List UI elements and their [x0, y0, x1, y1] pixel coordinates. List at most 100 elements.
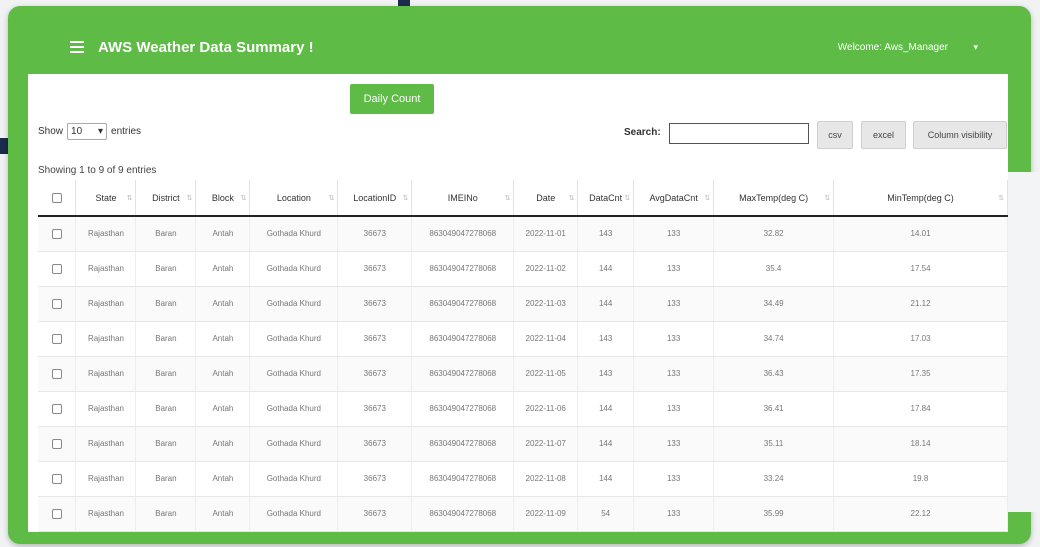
table-cell: 36673 [337, 391, 413, 427]
table-cell: 19.8 [833, 461, 1008, 497]
column-header[interactable]: State ⇅ [75, 180, 137, 217]
row-select-cell[interactable] [38, 391, 77, 427]
table-cell: 133 [633, 461, 715, 497]
table-row[interactable]: Rajasthan Baran Antah Gothada Khurd 36673 863… [38, 461, 1008, 497]
table-cell: Gothada Khurd [249, 216, 339, 252]
table-cell: 35.11 [713, 426, 835, 462]
daily-count-button[interactable]: Daily Count [350, 84, 434, 114]
table-row[interactable]: Rajasthan Baran Antah Gothada Khurd 36673 863… [38, 496, 1008, 532]
column-header[interactable]: IMEINo ⇅ [411, 180, 515, 217]
column-header[interactable]: MaxTemp(deg C) ⇅ [713, 180, 835, 217]
app-header: AWS Weather Data Summary ! Welcome: Aws_… [28, 20, 1008, 74]
user-menu-label[interactable]: Welcome: Aws_Manager [838, 42, 948, 53]
table-cell: 18.14 [833, 426, 1008, 462]
table-cell: 22.12 [833, 496, 1008, 532]
checkbox-select-all[interactable] [51, 192, 62, 203]
column-header[interactable]: MinTemp(deg C) ⇅ [833, 180, 1008, 217]
table-cell: Antah [195, 251, 251, 287]
table-cell: 17.35 [833, 356, 1008, 392]
table-cell: Gothada Khurd [249, 321, 339, 357]
background [1008, 172, 1040, 512]
table-cell: Gothada Khurd [249, 496, 339, 532]
table-cell: 2022-11-08 [513, 461, 579, 497]
chevron-down-icon[interactable]: ▾ [973, 42, 978, 53]
table-info: Showing 1 to 9 of 9 entries [38, 165, 157, 176]
column-header[interactable]: Location ⇅ [249, 180, 339, 217]
row-checkbox[interactable] [51, 473, 62, 484]
row-select-cell[interactable] [38, 286, 77, 322]
table-cell: Rajasthan [75, 426, 137, 462]
table-cell: Gothada Khurd [249, 286, 339, 322]
table-cell: 133 [633, 286, 715, 322]
table-cell: Rajasthan [75, 461, 137, 497]
table-cell: Baran [135, 496, 197, 532]
table-cell: 2022-11-01 [513, 216, 579, 252]
row-select-cell[interactable] [38, 216, 77, 252]
table-cell: 35.99 [713, 496, 835, 532]
table-cell: Antah [195, 321, 251, 357]
table-cell: 17.03 [833, 321, 1008, 357]
row-select-cell[interactable] [38, 251, 77, 287]
row-checkbox[interactable] [51, 508, 62, 519]
table-cell: 133 [633, 426, 715, 462]
hamburger-icon[interactable] [70, 41, 84, 53]
table-cell: Rajasthan [75, 356, 137, 392]
row-select-cell[interactable] [38, 321, 77, 357]
row-checkbox[interactable] [51, 403, 62, 414]
excel-button[interactable]: excel [861, 121, 906, 149]
table-cell: Antah [195, 496, 251, 532]
sort-icon: ⇅ [998, 195, 1004, 202]
table-row[interactable]: Rajasthan Baran Antah Gothada Khurd 36673 863… [38, 391, 1008, 427]
table-cell: 33.24 [713, 461, 835, 497]
column-visibility-button[interactable]: Column visibility [913, 121, 1007, 149]
row-select-cell[interactable] [38, 426, 77, 462]
table-cell: Rajasthan [75, 251, 137, 287]
page-length-control: Show 10 ▾ entries [38, 123, 141, 140]
column-header[interactable]: AvgDataCnt ⇅ [633, 180, 715, 217]
select-all-header[interactable] [38, 180, 77, 217]
table-cell: 36673 [337, 321, 413, 357]
row-select-cell[interactable] [38, 461, 77, 497]
table-cell: Rajasthan [75, 216, 137, 252]
column-header[interactable]: DataCnt ⇅ [577, 180, 635, 217]
table-cell: 36673 [337, 461, 413, 497]
column-header[interactable]: LocationID ⇅ [337, 180, 413, 217]
sort-icon: ⇅ [126, 195, 133, 202]
table-cell: 54 [577, 496, 635, 532]
row-checkbox[interactable] [51, 368, 62, 379]
table-cell: 36673 [337, 496, 413, 532]
table-row[interactable]: Rajasthan Baran Antah Gothada Khurd 36673 863… [38, 321, 1008, 357]
column-header[interactable]: Block ⇅ [195, 180, 251, 217]
column-header[interactable]: Date ⇅ [513, 180, 579, 217]
table-cell: 133 [633, 321, 715, 357]
table-cell: 34.49 [713, 286, 835, 322]
table-cell: 143 [577, 216, 635, 252]
table-cell: Baran [135, 321, 197, 357]
table-cell: 2022-11-05 [513, 356, 579, 392]
row-checkbox[interactable] [51, 263, 62, 274]
csv-button[interactable]: csv [817, 121, 853, 149]
row-checkbox[interactable] [51, 228, 62, 239]
table-row[interactable]: Rajasthan Baran Antah Gothada Khurd 36673 863… [38, 216, 1008, 252]
row-select-cell[interactable] [38, 496, 77, 532]
row-select-cell[interactable] [38, 356, 77, 392]
page-length-value: 10 [71, 126, 83, 137]
table-row[interactable]: Rajasthan Baran Antah Gothada Khurd 36673 863… [38, 426, 1008, 462]
table-cell: 36.41 [713, 391, 835, 427]
page-length-select[interactable]: 10 ▾ [67, 123, 108, 140]
table-row[interactable]: Rajasthan Baran Antah Gothada Khurd 36673 863… [38, 286, 1008, 322]
row-checkbox[interactable] [51, 333, 62, 344]
weather-table: State ⇅ District ⇅ Block ⇅ Location ⇅ Locati… [38, 180, 1008, 532]
sort-icon: ⇅ [568, 195, 575, 202]
table-cell: Antah [195, 461, 251, 497]
table-cell: 144 [577, 461, 635, 497]
column-header[interactable]: District ⇅ [135, 180, 197, 217]
row-checkbox[interactable] [51, 438, 62, 449]
table-row[interactable]: Rajasthan Baran Antah Gothada Khurd 36673 863… [38, 356, 1008, 392]
row-checkbox[interactable] [51, 298, 62, 309]
search-input[interactable] [669, 123, 809, 144]
table-row[interactable]: Rajasthan Baran Antah Gothada Khurd 36673 863… [38, 251, 1008, 287]
table-cell: 36673 [337, 356, 413, 392]
table-cell: Gothada Khurd [249, 426, 339, 462]
table-cell: 863049047278068 [411, 496, 515, 532]
